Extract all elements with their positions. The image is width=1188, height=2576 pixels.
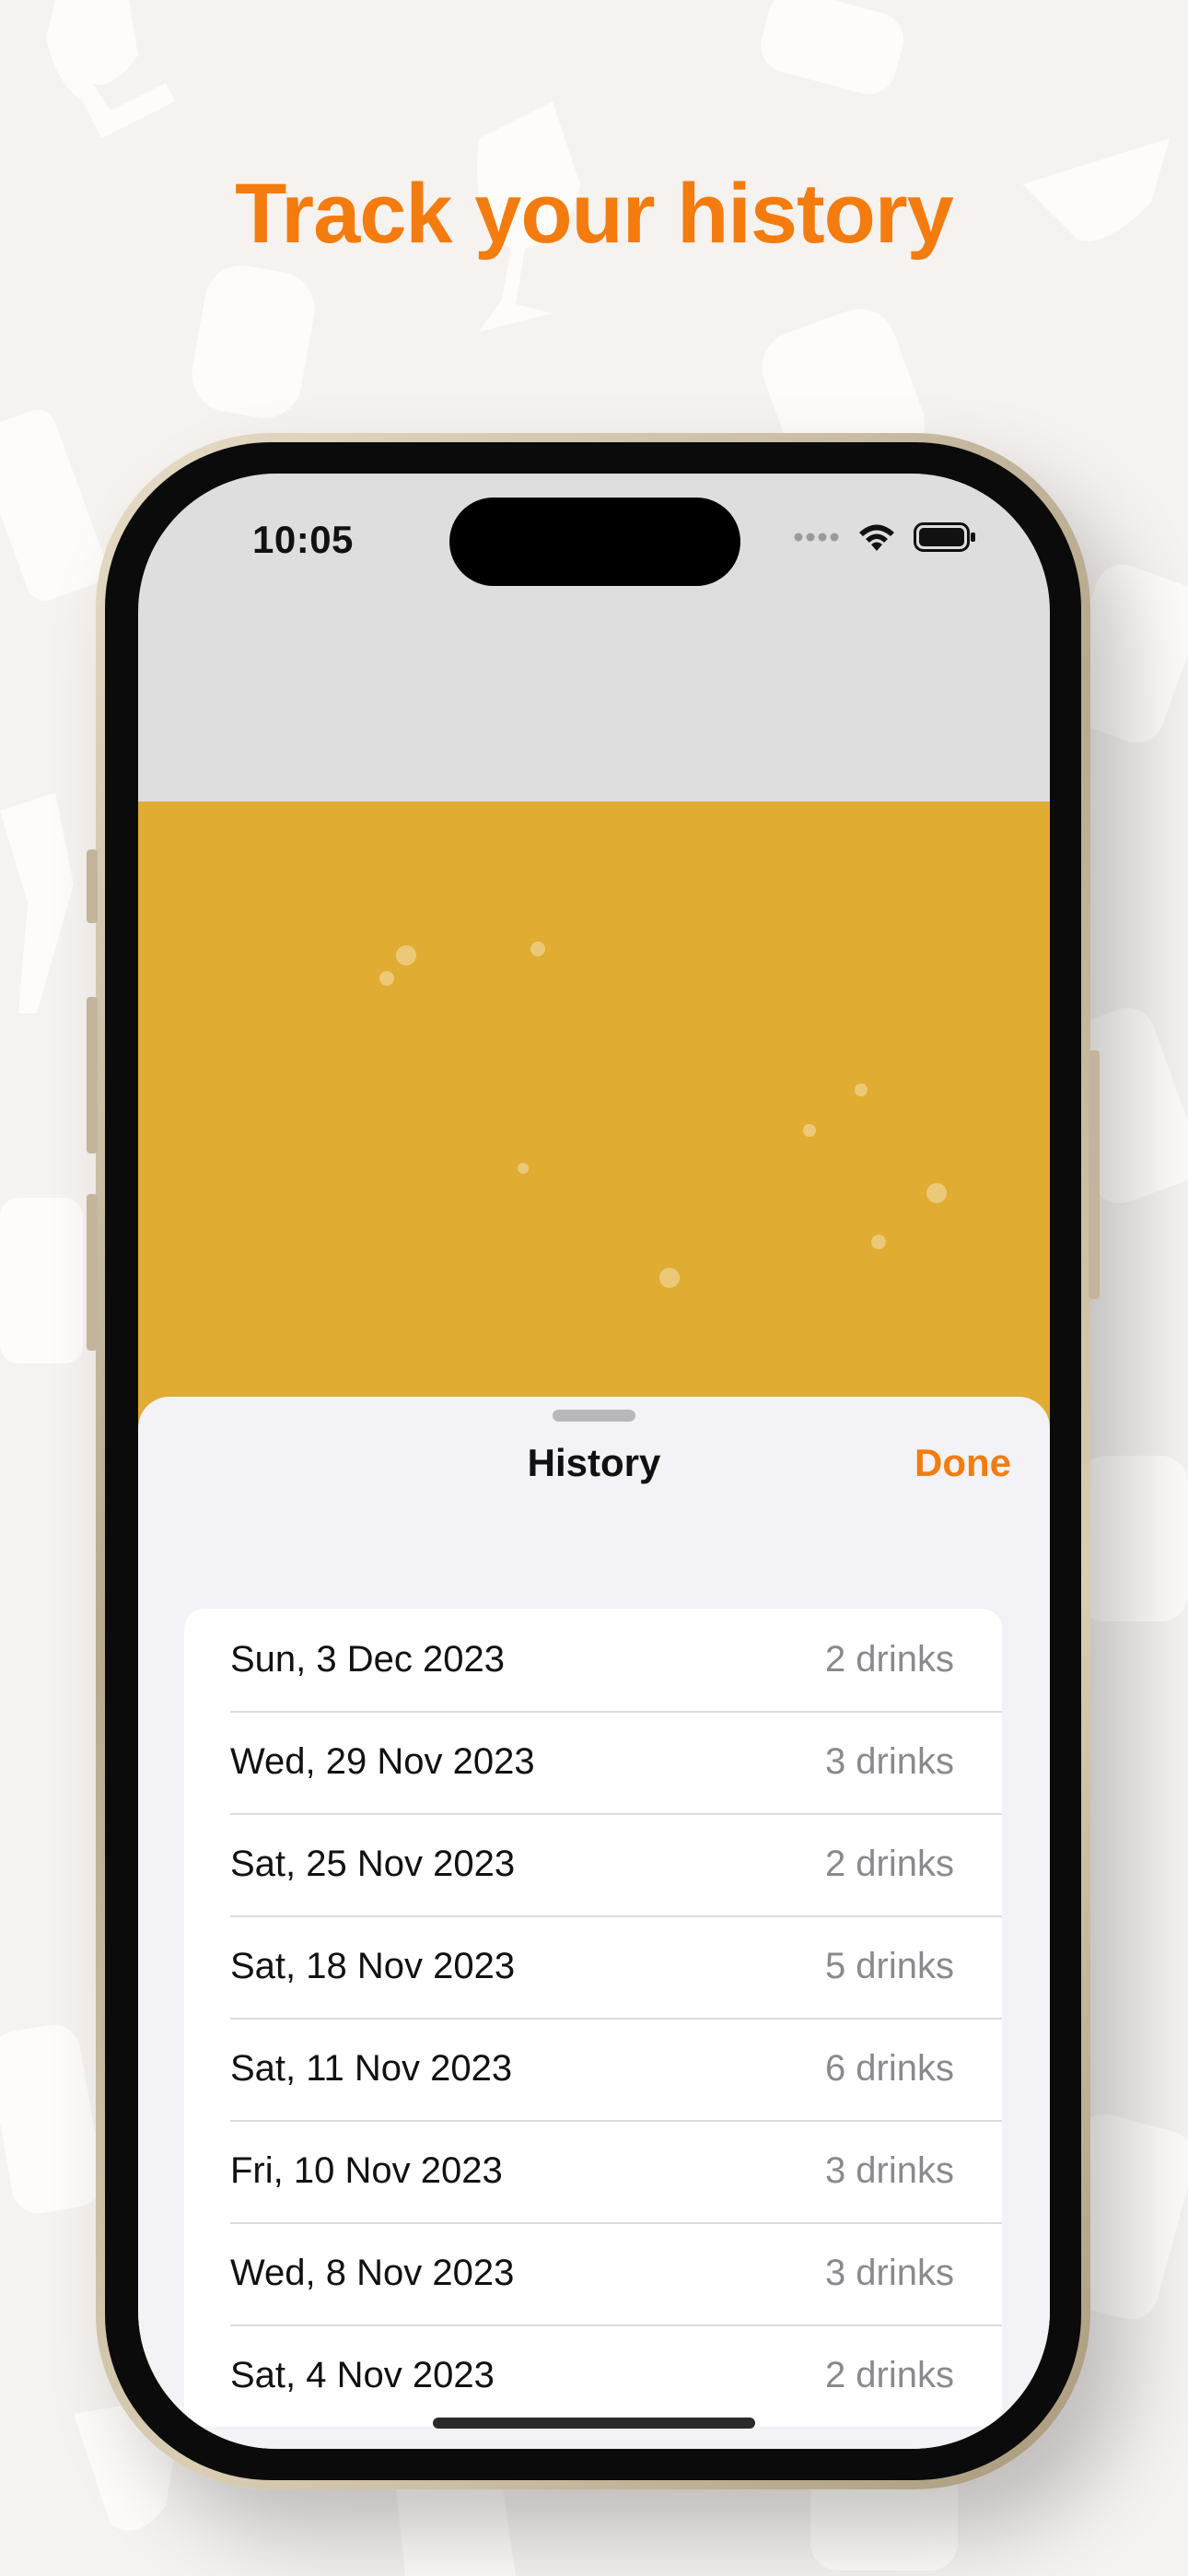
- row-count: 3 drinks: [824, 1741, 954, 1782]
- history-list: Sun, 3 Dec 2023 2 drinks Wed, 29 Nov 202…: [184, 1609, 1002, 2427]
- bubble: [803, 1124, 816, 1137]
- row-count: 3 drinks: [824, 2150, 954, 2191]
- status-time: 10:05: [252, 518, 354, 561]
- row-count: 6 drinks: [824, 2048, 954, 2089]
- row-date: Wed, 29 Nov 2023: [230, 1741, 535, 1782]
- row-date: Wed, 8 Nov 2023: [230, 2253, 515, 2293]
- row-count: 2 drinks: [824, 1639, 954, 1680]
- bubble: [926, 1183, 947, 1203]
- dynamic-island: [449, 498, 740, 586]
- bubble: [530, 942, 545, 956]
- done-button[interactable]: Done: [914, 1441, 1011, 1485]
- row-date: Sat, 11 Nov 2023: [230, 2048, 513, 2089]
- history-sheet: History Done Sun, 3 Dec 2023 2 drinks We…: [138, 1397, 1050, 2449]
- wifi-icon: [859, 524, 894, 551]
- action-button: [87, 849, 98, 923]
- history-row[interactable]: Sat, 25 Nov 2023 2 drinks: [184, 1813, 1002, 1915]
- bubble: [871, 1235, 886, 1249]
- history-row[interactable]: Sat, 11 Nov 2023 6 drinks: [184, 2018, 1002, 2120]
- volume-up-button: [87, 997, 98, 1153]
- sheet-grabber[interactable]: [553, 1410, 635, 1422]
- row-date: Sat, 18 Nov 2023: [230, 1946, 516, 1986]
- signal-dots-icon: [794, 533, 839, 542]
- bubble: [396, 945, 416, 966]
- history-row[interactable]: Wed, 29 Nov 2023 3 drinks: [184, 1711, 1002, 1813]
- bubble: [518, 1163, 529, 1174]
- bubble: [659, 1268, 680, 1288]
- power-button: [1089, 1050, 1100, 1299]
- sheet-title: History: [527, 1441, 661, 1484]
- phone-screen: 10:05 5 History Done: [138, 474, 1050, 2449]
- history-row[interactable]: Sun, 3 Dec 2023 2 drinks: [184, 1609, 1002, 1711]
- row-count: 3 drinks: [824, 2253, 954, 2293]
- row-date: Sat, 25 Nov 2023: [230, 1844, 516, 1884]
- row-count: 2 drinks: [824, 2355, 954, 2395]
- bubble: [379, 971, 394, 986]
- headline: Track your history: [235, 167, 954, 261]
- bubble: [855, 1083, 868, 1096]
- row-count: 2 drinks: [824, 1844, 954, 1884]
- history-row[interactable]: Fri, 10 Nov 2023 3 drinks: [184, 2120, 1002, 2222]
- row-date: Fri, 10 Nov 2023: [230, 2150, 503, 2191]
- history-row[interactable]: Sat, 4 Nov 2023 2 drinks: [184, 2324, 1002, 2427]
- battery-icon: [914, 522, 975, 552]
- history-row[interactable]: Wed, 8 Nov 2023 3 drinks: [184, 2222, 1002, 2324]
- row-count: 5 drinks: [824, 1946, 954, 1986]
- row-date: Sun, 3 Dec 2023: [230, 1639, 505, 1680]
- history-row[interactable]: Sat, 18 Nov 2023 5 drinks: [184, 1915, 1002, 2018]
- home-indicator[interactable]: [433, 2418, 755, 2429]
- row-date: Sat, 4 Nov 2023: [230, 2355, 495, 2395]
- status-icons: [794, 521, 976, 553]
- volume-down-button: [87, 1194, 98, 1351]
